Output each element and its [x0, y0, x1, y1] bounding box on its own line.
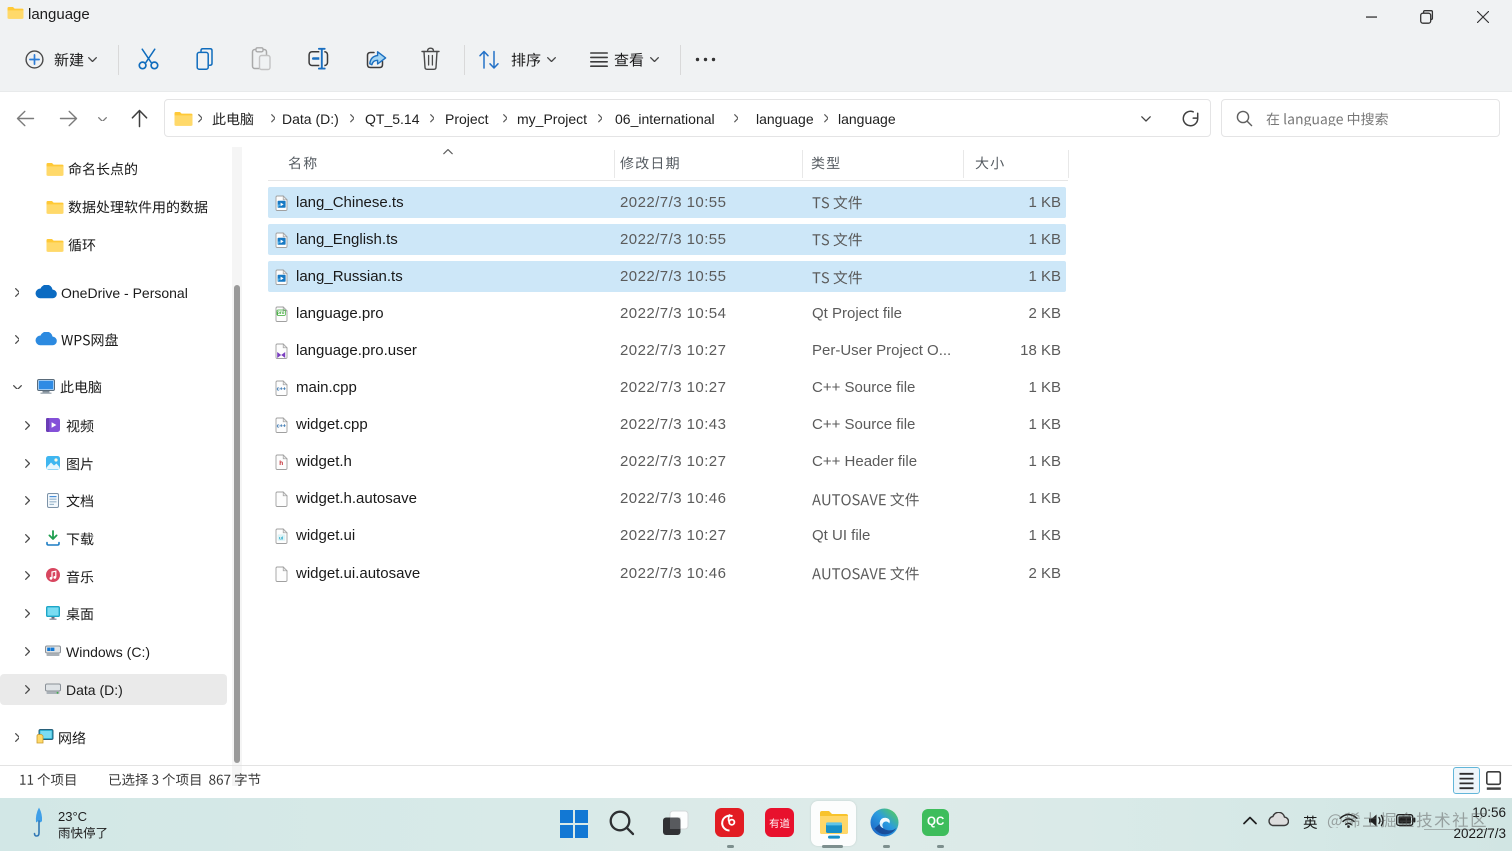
- svg-text:c++: c++: [277, 386, 286, 392]
- svg-text:ui: ui: [279, 536, 283, 542]
- svg-text:h: h: [279, 460, 283, 467]
- svg-text:pro: pro: [277, 310, 285, 315]
- svg-text:c++: c++: [277, 423, 286, 429]
